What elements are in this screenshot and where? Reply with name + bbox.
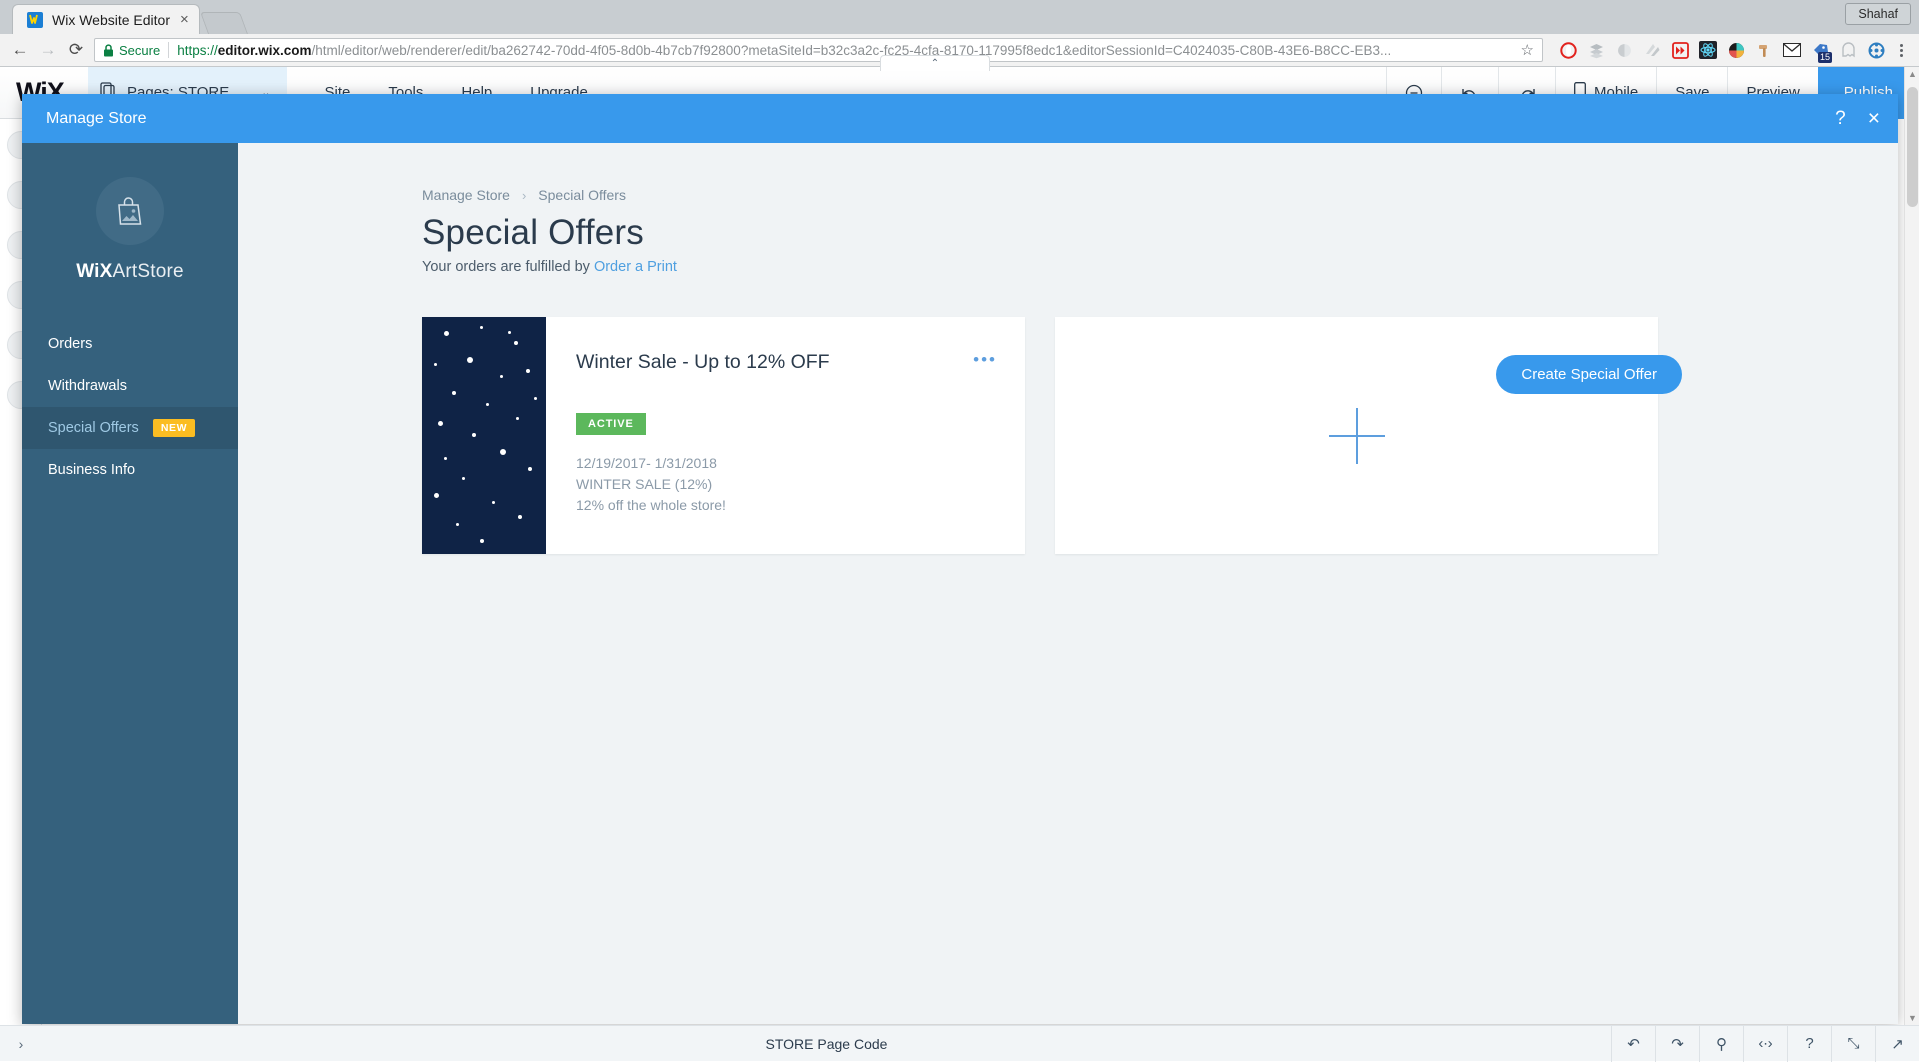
bottom-bar-toggle[interactable]: › xyxy=(0,1036,42,1052)
wix-favicon-icon xyxy=(27,12,43,28)
forward-button[interactable]: → xyxy=(34,36,62,64)
expand-icon[interactable]: ⤡ xyxy=(1831,1026,1875,1062)
reload-button[interactable]: ⟳ xyxy=(62,36,90,64)
store-nav-list: Orders Withdrawals Special Offers NEW Bu… xyxy=(22,323,238,491)
store-brand: WiXArtStore xyxy=(22,177,238,323)
fulfillment-note: Your orders are fulfilled by Order a Pri… xyxy=(422,259,1898,275)
address-bar[interactable]: Secure https://editor.wix.com/html/edito… xyxy=(94,38,1543,62)
offer-thumbnail xyxy=(422,317,546,554)
open-icon[interactable]: ↗ xyxy=(1875,1026,1919,1062)
store-name: WiXArtStore xyxy=(22,261,238,283)
ghost-icon[interactable] xyxy=(1835,37,1861,63)
new-tab-button[interactable] xyxy=(200,12,248,34)
browser-tabstrip: Wix Website Editor × Shahaf xyxy=(0,0,1919,34)
profile-chip[interactable]: Shahaf xyxy=(1845,3,1911,25)
chrome-menu-icon[interactable] xyxy=(1889,44,1913,57)
extension-badge-count: 15 xyxy=(1818,52,1832,63)
tab-close-icon[interactable]: × xyxy=(180,12,189,27)
offer-description: 12% off the whole store! xyxy=(576,495,999,516)
offer-date-range: 12/19/2017- 1/31/2018 xyxy=(576,453,999,474)
new-badge: NEW xyxy=(153,419,195,437)
layers-icon[interactable] xyxy=(1583,37,1609,63)
offer-card[interactable]: Winter Sale - Up to 12% OFF ••• ACTIVE 1… xyxy=(422,317,1025,554)
toolbar-collapse-handle[interactable]: ⌃ xyxy=(880,55,990,71)
bookmark-star-icon[interactable]: ☆ xyxy=(1521,41,1534,59)
sidebar-item-label: Orders xyxy=(48,336,92,352)
scrollbar-thumb[interactable] xyxy=(1907,87,1918,207)
sidebar-item-orders[interactable]: Orders xyxy=(22,323,238,365)
modal-title: Manage Store xyxy=(46,110,147,128)
url-text: https://editor.wix.com/html/editor/web/r… xyxy=(177,43,1514,58)
color-wheel-icon[interactable] xyxy=(1723,37,1749,63)
shopping-bag-icon xyxy=(96,177,164,245)
sidebar-item-business-info[interactable]: Business Info xyxy=(22,449,238,491)
breadcrumb: Manage Store › Special Offers xyxy=(422,187,1898,203)
offers-grid: Winter Sale - Up to 12% OFF ••• ACTIVE 1… xyxy=(422,317,1898,554)
breadcrumb-parent[interactable]: Manage Store xyxy=(422,187,510,203)
fulfillment-prefix: Your orders are fulfilled by xyxy=(422,259,594,275)
scroll-down-arrow[interactable]: ▼ xyxy=(1908,1013,1917,1023)
pages-icon[interactable] xyxy=(1639,37,1665,63)
store-name-bold: WiX xyxy=(76,261,112,282)
editor-bottom-bar: › STORE Page Code ↶ ↷ ⚲ ‹∙› ? ⤡ ↗ xyxy=(0,1025,1919,1061)
url-host: editor.wix.com xyxy=(218,43,312,58)
redo-icon[interactable]: ↷ xyxy=(1655,1026,1699,1062)
browser-tab[interactable]: Wix Website Editor × xyxy=(12,4,200,34)
chevron-right-icon: › xyxy=(522,188,526,203)
create-special-offer-button[interactable]: Create Special Offer xyxy=(1496,355,1682,394)
breadcrumb-current: Special Offers xyxy=(538,187,626,203)
help-icon[interactable]: ? xyxy=(1835,109,1846,128)
sidebar-item-special-offers[interactable]: Special Offers NEW xyxy=(22,407,238,449)
store-content: Manage Store › Special Offers Special Of… xyxy=(238,143,1898,1024)
manage-store-modal: Manage Store ? × WiXArtStore xyxy=(22,94,1898,1024)
offer-info: Winter Sale - Up to 12% OFF ••• ACTIVE 1… xyxy=(546,317,1025,554)
modal-body: WiXArtStore Orders Withdrawals Special O… xyxy=(22,143,1898,1024)
code-icon[interactable]: ‹∙› xyxy=(1743,1026,1787,1062)
moon-icon[interactable] xyxy=(1611,37,1637,63)
scroll-up-arrow[interactable]: ▲ xyxy=(1908,69,1917,79)
undo-icon[interactable]: ↶ xyxy=(1611,1026,1655,1062)
modal-header: Manage Store ? × xyxy=(22,94,1898,143)
sidebar-item-label: Special Offers xyxy=(48,420,139,436)
lock-icon xyxy=(103,44,114,57)
offer-coupon: WINTER SALE (12%) xyxy=(576,474,999,495)
url-scheme: https:// xyxy=(177,43,218,58)
url-path: /html/editor/web/renderer/edit/ba262742-… xyxy=(312,43,1392,58)
tag-icon[interactable]: 15 xyxy=(1807,37,1833,63)
search-icon[interactable]: ⚲ xyxy=(1699,1026,1743,1062)
sidebar-item-label: Withdrawals xyxy=(48,378,127,394)
secure-label: Secure xyxy=(119,43,160,58)
mail-icon[interactable] xyxy=(1779,37,1805,63)
offer-meta: 12/19/2017- 1/31/2018 WINTER SALE (12%) … xyxy=(576,453,999,516)
hammer-icon[interactable] xyxy=(1751,37,1777,63)
store-name-light: ArtStore xyxy=(113,261,184,282)
opera-touch-icon[interactable] xyxy=(1555,37,1581,63)
sidebar-item-label: Business Info xyxy=(48,462,135,478)
back-button[interactable]: ← xyxy=(6,36,34,64)
page-title: Special Offers xyxy=(422,213,1898,253)
browser-tab-title: Wix Website Editor xyxy=(52,12,170,28)
status-badge: ACTIVE xyxy=(576,413,646,435)
offer-menu-icon[interactable]: ••• xyxy=(973,351,997,368)
sidebar-item-withdrawals[interactable]: Withdrawals xyxy=(22,365,238,407)
page-scrollbar[interactable]: ▲ ▼ xyxy=(1904,67,1919,1025)
close-icon[interactable]: × xyxy=(1868,108,1880,129)
fast-forward-icon[interactable] xyxy=(1667,37,1693,63)
offer-title: Winter Sale - Up to 12% OFF xyxy=(576,351,999,374)
help-icon[interactable]: ? xyxy=(1787,1026,1831,1062)
plus-icon xyxy=(1329,408,1385,464)
omnibox-divider xyxy=(168,42,169,58)
store-sidebar: WiXArtStore Orders Withdrawals Special O… xyxy=(22,143,238,1024)
order-a-print-link[interactable]: Order a Print xyxy=(594,259,677,275)
modal-header-actions: ? × xyxy=(1835,108,1880,129)
add-offer-card[interactable] xyxy=(1055,317,1658,554)
react-devtools-icon[interactable] xyxy=(1695,37,1721,63)
extension-icons: 15 xyxy=(1549,37,1889,63)
bottom-bar-tools: ↶ ↷ ⚲ ‹∙› ? ⤡ ↗ xyxy=(1611,1026,1919,1062)
page-code-label: STORE Page Code xyxy=(42,1036,1611,1052)
wheel-icon[interactable] xyxy=(1863,37,1889,63)
